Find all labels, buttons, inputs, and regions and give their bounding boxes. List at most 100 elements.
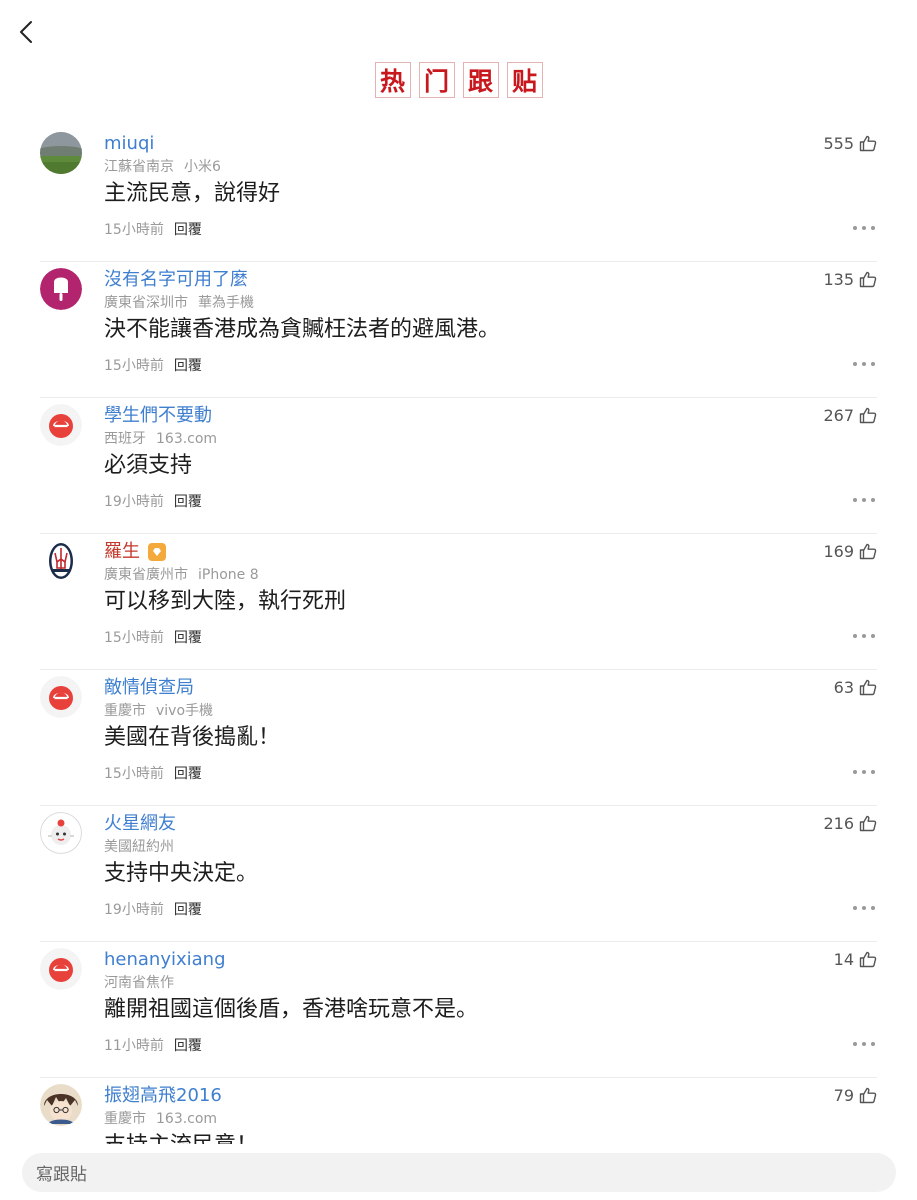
more-options-button[interactable] [853, 359, 875, 369]
like-button[interactable]: 79 [834, 1086, 877, 1105]
comment-footer: 19小時前 回覆 [104, 899, 202, 919]
location-text: 廣東省深圳市 [104, 295, 188, 311]
timestamp: 15小時前 [104, 222, 164, 238]
avatar-landscape[interactable] [40, 132, 82, 174]
like-button[interactable]: 555 [823, 134, 877, 153]
location-text: 重慶市 [104, 703, 146, 719]
composer-placeholder: 寫跟貼 [36, 1165, 87, 1185]
comment-text: 支持中央決定。 [104, 861, 259, 886]
like-count: 135 [823, 270, 854, 289]
username: 沒有名字可用了麼 [104, 269, 248, 290]
username-link[interactable]: 敵情偵查局 [104, 676, 194, 700]
like-button[interactable]: 216 [823, 814, 877, 833]
location-text: 廣東省廣州市 [104, 567, 188, 583]
username-link[interactable]: 火星網友 [104, 812, 176, 836]
more-dot [862, 498, 866, 502]
username: 學生們不要動 [104, 405, 212, 426]
comment-footer: 15小時前 回覆 [104, 355, 202, 375]
like-button[interactable]: 267 [823, 406, 877, 425]
username-link[interactable]: 振翅高飛2016 [104, 1084, 222, 1108]
more-dot [871, 1042, 875, 1046]
more-dot [862, 362, 866, 366]
like-count: 14 [833, 950, 854, 969]
more-options-button[interactable] [853, 223, 875, 233]
more-dot [871, 362, 875, 366]
thumbs-up-icon [859, 407, 877, 424]
location-text: 美國紐約州 [104, 839, 174, 855]
avatar-netease[interactable] [40, 948, 82, 990]
reply-button[interactable]: 回覆 [174, 358, 202, 374]
like-button[interactable]: 14 [834, 950, 877, 969]
more-dot [871, 634, 875, 638]
more-dot [871, 906, 875, 910]
comment-meta: 廣東省深圳市 華為手機 [104, 292, 254, 312]
avatar-mascot[interactable] [40, 812, 82, 854]
device-text: vivo手機 [156, 703, 214, 719]
comments-page: 热 门 跟 贴 miuqi 江蘇省南京 小米6 主流民意，說得好 15小時前 回覆 … [0, 0, 917, 1200]
more-options-button[interactable] [853, 631, 875, 641]
comment-item: 沒有名字可用了麼 廣東省深圳市 華為手機 決不能讓香港成為貪贓枉法者的避風港。 1… [40, 262, 877, 398]
more-dot [862, 906, 866, 910]
username-link[interactable]: 學生們不要動 [104, 404, 212, 428]
reply-button[interactable]: 回覆 [174, 766, 202, 782]
device-text: 小米6 [184, 159, 221, 175]
device-text: 163.com [156, 1111, 218, 1127]
like-button[interactable]: 135 [823, 270, 877, 289]
back-button[interactable] [14, 18, 38, 46]
timestamp: 15小時前 [104, 630, 164, 646]
thumbs-up-icon [859, 271, 877, 288]
comment-meta: 江蘇省南京 小米6 [104, 156, 221, 176]
comment-text: 支持主流民意！ [104, 1130, 258, 1144]
avatar-netease[interactable] [40, 676, 82, 718]
reply-button[interactable]: 回覆 [174, 494, 202, 510]
username-link[interactable]: miuqi [104, 132, 154, 156]
like-count: 216 [823, 814, 854, 833]
comment-footer: 19小時前 回覆 [104, 491, 202, 511]
like-button[interactable]: 169 [823, 542, 877, 561]
avatar-netease[interactable] [40, 404, 82, 446]
comment-footer: 15小時前 回覆 [104, 627, 202, 647]
reply-button[interactable]: 回覆 [174, 902, 202, 918]
avatar-maserati[interactable] [40, 540, 82, 582]
username-link[interactable]: 沒有名字可用了麼 [104, 268, 248, 292]
thumbs-up-icon [859, 679, 877, 696]
reply-button[interactable]: 回覆 [174, 222, 202, 238]
thumbs-up-icon [859, 1087, 877, 1104]
device-text: iPhone 8 [198, 567, 259, 583]
more-options-button[interactable] [853, 903, 875, 913]
comment-item: 羅生 廣東省廣州市 iPhone 8 可以移到大陸，執行死刑 15小時前 回覆 16… [40, 534, 877, 670]
thumbs-up-icon [859, 135, 877, 152]
like-count: 555 [823, 134, 854, 153]
more-dot [853, 770, 857, 774]
like-count: 267 [823, 406, 854, 425]
timestamp: 19小時前 [104, 494, 164, 510]
comment-text: 主流民意，說得好 [104, 181, 281, 206]
comment-footer: 15小時前 回覆 [104, 763, 202, 783]
username-link[interactable]: henanyixiang [104, 948, 226, 972]
more-dot [853, 362, 857, 366]
comment-item: 敵情偵查局 重慶市 vivo手機 美國在背後搗亂！ 15小時前 回覆 63 [40, 670, 877, 806]
title-char: 跟 [462, 62, 499, 98]
timestamp: 15小時前 [104, 766, 164, 782]
comment-meta: 美國紐約州 [104, 836, 184, 856]
title-char: 贴 [506, 62, 543, 98]
username: miuqi [104, 133, 155, 154]
more-dot [871, 226, 875, 230]
avatar-popsicle[interactable] [40, 268, 82, 310]
avatar-anime[interactable] [40, 1084, 82, 1126]
comment-composer-input[interactable]: 寫跟貼 [22, 1153, 896, 1192]
more-options-button[interactable] [853, 767, 875, 777]
comment-text: 離開祖國這個後盾，香港啥玩意不是。 [104, 997, 479, 1022]
page-title: 热 门 跟 贴 [0, 62, 917, 98]
like-button[interactable]: 63 [834, 678, 877, 697]
more-dot [853, 226, 857, 230]
comment-item: 學生們不要動 西班牙 163.com 必須支持 19小時前 回覆 267 [40, 398, 877, 534]
reply-button[interactable]: 回覆 [174, 1038, 202, 1054]
reply-button[interactable]: 回覆 [174, 630, 202, 646]
username-link[interactable]: 羅生 [104, 540, 166, 564]
more-options-button[interactable] [853, 1039, 875, 1049]
more-dot [853, 634, 857, 638]
more-dot [862, 770, 866, 774]
comment-meta: 廣東省廣州市 iPhone 8 [104, 564, 259, 584]
more-options-button[interactable] [853, 495, 875, 505]
